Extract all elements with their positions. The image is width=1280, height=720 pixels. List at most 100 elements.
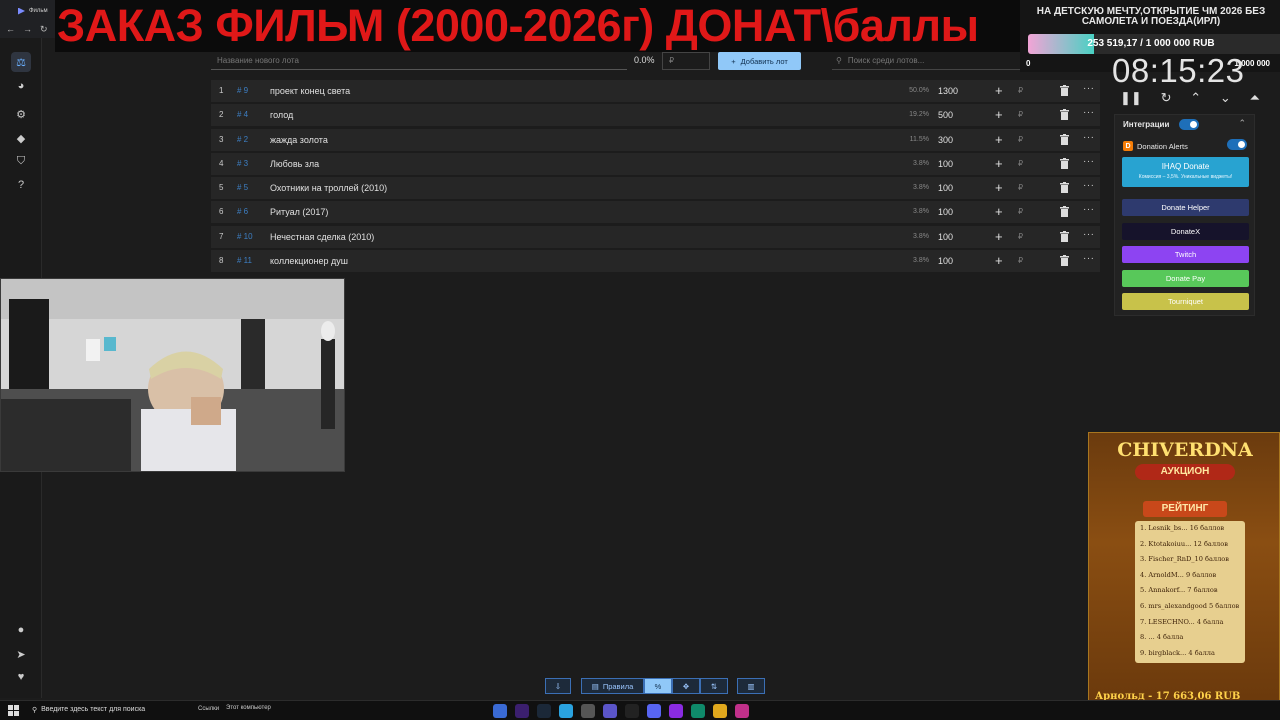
delete-icon[interactable] (1060, 230, 1069, 242)
lot-currency[interactable]: ₽ (1018, 135, 1023, 144)
service-button[interactable]: Donate Pay (1122, 269, 1249, 287)
taskbar-links[interactable]: Ссылки (198, 706, 219, 712)
lot-name[interactable]: жажда золота (270, 135, 328, 145)
lot-currency[interactable]: ₽ (1018, 110, 1023, 119)
more-icon[interactable]: ··· (1083, 180, 1095, 191)
lot-id[interactable]: # 4 (237, 110, 248, 119)
lot-name[interactable]: Охотники на троллей (2010) (270, 183, 387, 193)
lot-id[interactable]: # 2 (237, 135, 248, 144)
settings-gear-icon[interactable]: ⚙ (11, 104, 31, 124)
add-amount-icon[interactable]: + (995, 180, 1003, 195)
lot-id[interactable]: # 10 (237, 232, 253, 241)
donate-icon[interactable]: ♥ (11, 667, 31, 687)
lot-row[interactable]: 5 # 5 Охотники на троллей (2010) 3.8% 10… (211, 177, 1100, 200)
add-amount-icon[interactable]: + (995, 156, 1003, 171)
lot-id[interactable]: # 5 (237, 183, 248, 192)
lot-amount[interactable]: 100 (938, 256, 953, 266)
lot-id[interactable]: # 9 (237, 86, 248, 95)
github-icon[interactable]: ● (11, 620, 31, 640)
lot-currency[interactable]: ₽ (1018, 232, 1023, 241)
add-amount-icon[interactable]: + (995, 132, 1003, 147)
app-icon[interactable] (625, 704, 639, 718)
lot-row[interactable]: 3 # 2 жажда золота 11.5% 300 + ₽ ··· (211, 128, 1100, 151)
chrome-app-icon[interactable] (713, 704, 727, 718)
premiere-app-icon[interactable] (515, 704, 529, 718)
lot-row[interactable]: 2 # 4 голод 19.2% 500 + ₽ ··· (211, 104, 1100, 127)
lot-currency[interactable]: ₽ (1018, 159, 1023, 168)
layers-icon[interactable]: ◆ (11, 128, 31, 148)
more-icon[interactable]: ··· (1083, 229, 1095, 240)
vpn-app-icon[interactable] (603, 704, 617, 718)
lot-search-input[interactable]: ⚲ Поиск среди лотов... (832, 52, 1022, 70)
lot-name[interactable]: Нечестная сделка (2010) (270, 232, 374, 242)
new-lot-name-input[interactable]: Название нового лота (211, 52, 627, 70)
settings-app-icon[interactable] (581, 704, 595, 718)
more-icon[interactable]: ··· (1083, 107, 1095, 118)
integrations-toggle[interactable] (1179, 119, 1199, 130)
messenger-app-icon[interactable] (559, 704, 573, 718)
telegram-icon[interactable]: ➤ (11, 644, 31, 664)
clear-icon[interactable]: ▥ (737, 678, 765, 694)
service-button[interactable]: Donate Helper (1122, 199, 1249, 216)
delete-icon[interactable] (1060, 85, 1069, 96)
obs-app-icon[interactable] (669, 704, 683, 718)
service-button[interactable]: Tourniquet (1122, 293, 1249, 310)
service-button[interactable]: DonateX (1122, 222, 1249, 240)
auction-nav-icon[interactable]: ⚖ (11, 52, 31, 72)
more-icon[interactable]: ··· (1083, 132, 1095, 143)
help-icon[interactable]: ? (11, 175, 31, 195)
lot-name[interactable]: Любовь зла (270, 159, 319, 169)
lot-amount[interactable]: 100 (938, 183, 953, 193)
more-icon[interactable]: ··· (1083, 156, 1095, 167)
donation-alerts-toggle[interactable] (1227, 139, 1247, 150)
lot-currency[interactable]: ₽ (1018, 86, 1023, 95)
lot-amount[interactable]: 100 (938, 207, 953, 217)
lot-row[interactable]: 4 # 3 Любовь зла 3.8% 100 + ₽ ··· (211, 152, 1100, 175)
reload-icon[interactable]: ↻ (40, 24, 48, 35)
shield-icon[interactable]: ⛉ (11, 151, 31, 171)
lot-amount[interactable]: 500 (938, 110, 953, 120)
lot-row[interactable]: 6 # 6 Ритуал (2017) 3.8% 100 + ₽ ··· (211, 201, 1100, 224)
delete-icon[interactable] (1060, 133, 1069, 145)
browser-app-icon[interactable] (735, 704, 749, 718)
lot-amount[interactable]: 100 (938, 159, 953, 169)
lot-name[interactable]: коллекционер душ (270, 256, 348, 266)
lot-id[interactable]: # 6 (237, 207, 248, 216)
collapse-icon[interactable]: ⌃ (1238, 118, 1246, 129)
ihaq-donate-button[interactable]: IHAQ Donate Комиссия – 3,5%. Уникальные … (1122, 157, 1249, 187)
add-time-icon[interactable]: ⌃ (1190, 90, 1201, 106)
lot-currency[interactable]: ₽ (1018, 183, 1023, 192)
lot-row[interactable]: 1 # 9 проект конец света 50.0% 1300 + ₽ … (211, 80, 1100, 102)
steam-app-icon[interactable] (537, 704, 551, 718)
more-icon[interactable]: ··· (1083, 204, 1095, 215)
add-amount-icon[interactable]: + (995, 83, 1003, 98)
delete-icon[interactable] (1060, 157, 1069, 169)
add-lot-button[interactable]: + Добавить лот (718, 52, 801, 70)
calculator-app-icon[interactable] (493, 704, 507, 718)
rules-button[interactable]: ▤ Правила (581, 678, 644, 694)
forward-icon[interactable]: → (23, 24, 32, 35)
lot-currency[interactable]: ₽ (1018, 256, 1023, 265)
add-amount-icon[interactable]: + (995, 204, 1003, 219)
taskbar-this-pc[interactable]: Этот компьютер (226, 705, 271, 711)
back-icon[interactable]: ← (6, 24, 15, 35)
more-icon[interactable]: ··· (1083, 83, 1095, 94)
pause-icon[interactable]: ❚❚ (1120, 90, 1142, 106)
new-lot-price-input[interactable]: ₽ (662, 52, 710, 70)
add-amount-icon[interactable]: + (995, 253, 1003, 268)
lot-name[interactable]: Ритуал (2017) (270, 207, 328, 217)
lot-row[interactable]: 7 # 10 Нечестная сделка (2010) 3.8% 100 … (211, 225, 1100, 248)
delete-icon[interactable] (1060, 206, 1069, 218)
lot-name[interactable]: голод (270, 110, 293, 120)
lot-id[interactable]: # 3 (237, 159, 248, 168)
lot-name[interactable]: проект конец света (270, 86, 350, 96)
discord-app-icon[interactable] (647, 704, 661, 718)
edge-app-icon[interactable] (691, 704, 705, 718)
wheel-nav-icon[interactable]: ◕ (11, 76, 31, 96)
lot-amount[interactable]: 100 (938, 232, 953, 242)
add-amount-icon[interactable]: + (995, 229, 1003, 244)
double-time-icon[interactable]: ⏶ (1250, 90, 1260, 106)
lot-row[interactable]: 8 # 11 коллекционер душ 3.8% 100 + ₽ ··· (211, 250, 1100, 273)
lot-currency[interactable]: ₽ (1018, 207, 1023, 216)
sort-icon[interactable]: ⇅ (700, 678, 728, 694)
